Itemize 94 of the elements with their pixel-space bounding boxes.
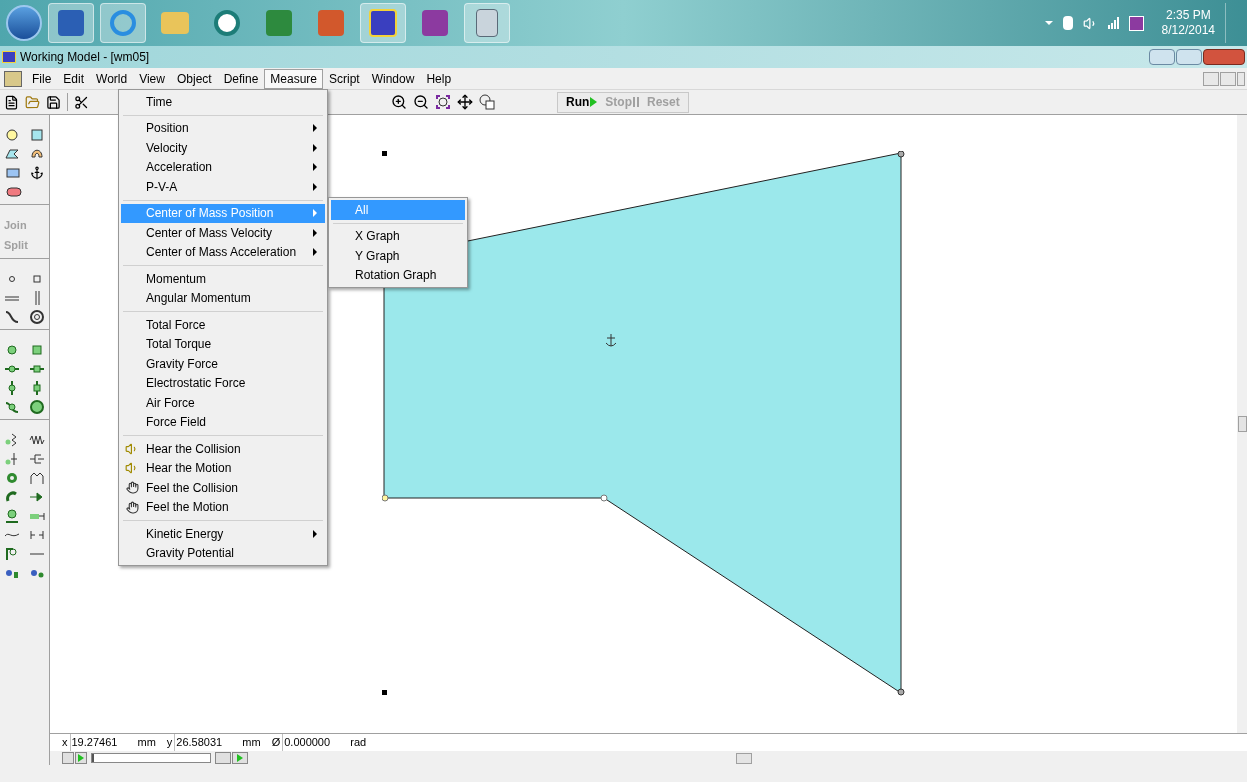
working-model-app-icon[interactable] — [360, 3, 406, 43]
menu-item[interactable]: Position — [121, 118, 325, 138]
submenu-arrow-icon — [313, 182, 317, 191]
unit-label: rad — [350, 735, 367, 751]
menu-item[interactable]: Velocity — [121, 138, 325, 158]
app-logo-icon — [2, 51, 16, 63]
menu-item[interactable]: Total Torque — [121, 334, 325, 354]
square-tool-icon[interactable] — [28, 126, 45, 143]
anchor-tool-icon[interactable] — [30, 165, 45, 180]
menu-item[interactable]: Feel the Motion — [121, 497, 325, 517]
coordinate-field[interactable]: 19.27461 — [69, 734, 132, 751]
menu-bar-item[interactable]: View — [133, 68, 171, 89]
menu-item[interactable]: Momentum — [121, 269, 325, 289]
menu-item[interactable]: Time — [121, 92, 325, 112]
run-control-button[interactable]: Run — [566, 93, 598, 111]
calculator-app-icon[interactable] — [464, 3, 510, 43]
move-icon[interactable] — [457, 94, 473, 110]
fit-view-icon[interactable] — [435, 94, 451, 110]
menu-item[interactable]: Force Field — [121, 412, 325, 432]
menu-bar-item[interactable]: Measure — [264, 68, 323, 89]
coordinate-field[interactable]: 0.000000 — [282, 734, 345, 751]
browser-app-icon[interactable] — [100, 3, 146, 43]
menu-item[interactable]: Hear the Motion — [121, 458, 325, 478]
save-icon[interactable] — [46, 94, 61, 110]
menu-item[interactable]: Rotation Graph — [331, 265, 465, 285]
start-button[interactable] — [6, 5, 42, 41]
anchor-icon[interactable] — [605, 333, 617, 347]
menu-item[interactable]: Kinetic Energy — [121, 524, 325, 544]
coordinate-label: x — [62, 735, 68, 751]
clock-time[interactable]: 2:35 PM — [1165, 8, 1211, 23]
selection-handle-icon[interactable] — [382, 151, 387, 156]
minimize-button[interactable] — [1149, 49, 1175, 65]
submenu-arrow-icon — [313, 209, 317, 218]
maximize-button[interactable] — [1176, 49, 1202, 65]
onenote-tray-icon[interactable] — [1128, 15, 1144, 31]
coordinate-label: y — [166, 735, 173, 751]
zoom-out-icon[interactable] — [413, 94, 429, 110]
coordinate-field[interactable]: 26.58031 — [174, 734, 237, 751]
open-folder-icon[interactable] — [25, 94, 40, 110]
vertex-point-icon[interactable] — [897, 688, 905, 696]
vertex-point-icon[interactable] — [897, 151, 905, 158]
submenu-arrow-icon — [313, 163, 317, 172]
close-button[interactable] — [1203, 49, 1245, 65]
object-zoom-icon[interactable] — [479, 94, 495, 110]
zoom-in-icon[interactable] — [391, 94, 407, 110]
submenu-arrow-icon — [313, 143, 317, 152]
tray-arrow-icon[interactable] — [1044, 21, 1053, 25]
menu-bar-item[interactable]: Edit — [57, 68, 91, 89]
menu-item[interactable]: Gravity Force — [121, 354, 325, 374]
new-file-icon[interactable] — [4, 94, 19, 110]
menu-item[interactable]: Air Force — [121, 393, 325, 413]
submenu-arrow-icon — [313, 529, 317, 538]
menu-bar-item[interactable]: Object — [170, 68, 218, 89]
curved-slot-tool-icon[interactable] — [4, 308, 21, 325]
coordinate-label: Ø — [271, 735, 281, 751]
unit-label: mm — [137, 735, 156, 751]
submenu-arrow-icon — [313, 248, 317, 257]
word-app-icon[interactable] — [48, 3, 94, 43]
ring-pin-tool-icon[interactable] — [28, 398, 45, 415]
menu-item[interactable]: Angular Momentum — [121, 288, 325, 308]
ring-tool-icon[interactable] — [28, 308, 45, 325]
menu-item[interactable]: P-V-A — [121, 177, 325, 197]
menu-bar-item[interactable]: Help — [420, 68, 458, 89]
hand-icon — [125, 500, 139, 514]
menu-bar-item[interactable]: World — [90, 68, 134, 89]
menu-bar-item[interactable]: Define — [217, 68, 265, 89]
selection-handle-icon[interactable] — [382, 690, 387, 695]
menu-item[interactable]: Hear the Collision — [121, 439, 325, 459]
circle-tool-icon[interactable] — [4, 126, 21, 143]
menu-item[interactable]: Gravity Potential — [121, 543, 325, 563]
window-title: Working Model - [wm05] — [20, 49, 150, 66]
submenu-arrow-icon — [313, 124, 317, 133]
rewind-button[interactable] — [62, 752, 74, 764]
signal-bars-icon[interactable] — [1107, 17, 1119, 29]
menu-item[interactable]: Center of Mass Velocity — [121, 223, 325, 243]
motor-tool-icon[interactable] — [4, 507, 21, 524]
document-icon[interactable] — [4, 70, 22, 87]
menu-item[interactable]: Y Graph — [331, 246, 465, 266]
menu-item[interactable]: Acceleration — [121, 157, 325, 177]
clock-date[interactable]: 8/12/2014 — [1161, 23, 1215, 38]
menu-item[interactable]: X Graph — [331, 226, 465, 246]
menu-bar-item[interactable]: Window — [365, 68, 421, 89]
menu-bar-item[interactable]: File — [26, 68, 58, 89]
menu-item[interactable]: Total Force — [121, 315, 325, 335]
cut-icon[interactable] — [74, 94, 89, 110]
step-forward-button[interactable] — [232, 752, 248, 764]
menu-item[interactable]: Feel the Collision — [121, 478, 325, 498]
step-back-button[interactable] — [215, 752, 231, 764]
menu-item[interactable]: Center of Mass Acceleration — [121, 242, 325, 262]
menu-bar-item[interactable]: Script — [323, 68, 366, 89]
submenu-arrow-icon — [313, 228, 317, 237]
unit-label: mm — [242, 735, 261, 751]
hand-icon — [125, 481, 139, 495]
menu-item[interactable]: Electrostatic Force — [121, 373, 325, 393]
